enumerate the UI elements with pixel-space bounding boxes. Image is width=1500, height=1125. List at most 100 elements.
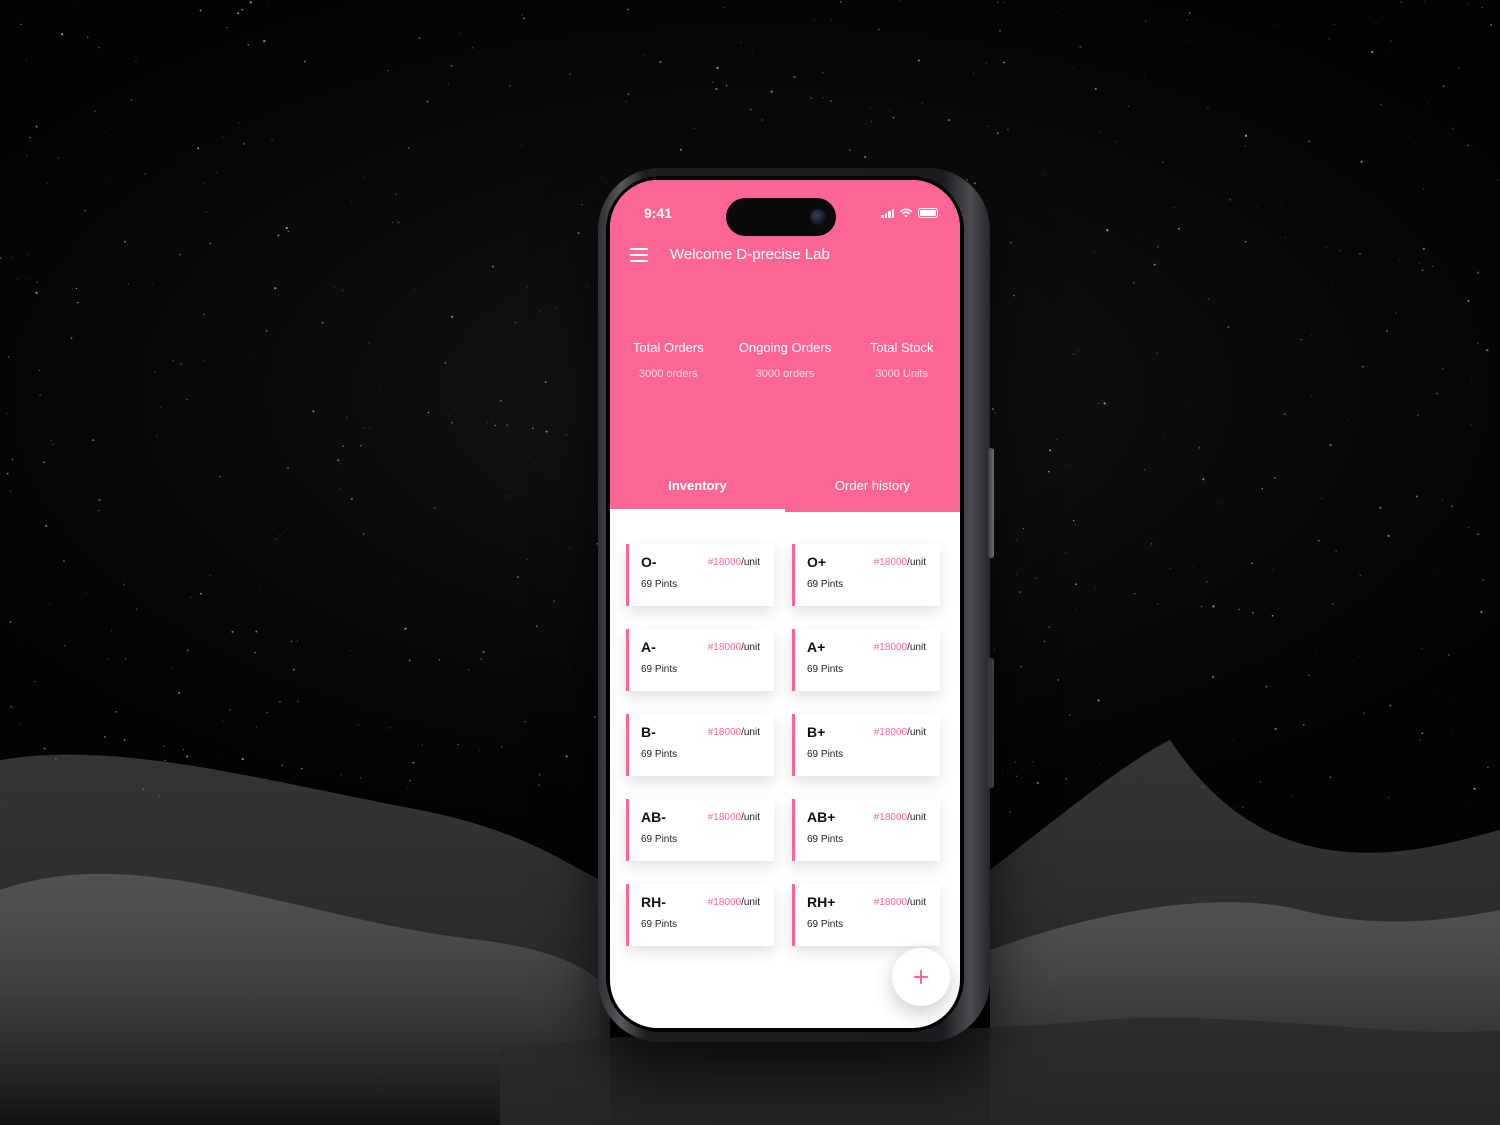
star-dot: [693, 127, 695, 130]
star-dot: [350, 258, 351, 260]
star-dot: [186, 398, 188, 401]
inventory-card-a-pos[interactable]: A+ #18000/unit 69 Pints: [792, 629, 940, 691]
tab-order-history[interactable]: Order history: [785, 470, 960, 512]
signal-icon: [881, 208, 894, 218]
star-dot: [593, 716, 596, 718]
wifi-icon: [899, 208, 913, 218]
star-dot: [178, 691, 181, 695]
star-dot: [586, 285, 588, 287]
inventory-card-o-neg[interactable]: O- #18000/unit 69 Pints: [626, 544, 774, 606]
star-dot: [1257, 205, 1259, 207]
star-dot: [1398, 259, 1401, 261]
star-dot: [341, 289, 344, 292]
star-dot: [1329, 444, 1332, 447]
star-dot: [458, 33, 460, 35]
star-dot: [917, 59, 920, 62]
star-dot: [202, 359, 204, 361]
star-dot: [359, 371, 360, 372]
star-dot: [447, 82, 450, 85]
star-dot: [1308, 674, 1310, 676]
star-dot: [751, 88, 753, 89]
star-dot: [208, 133, 210, 135]
star-dot: [1379, 506, 1382, 509]
star-dot: [1072, 519, 1075, 522]
star-dot: [1068, 463, 1070, 465]
star-dot: [1150, 543, 1153, 545]
add-button[interactable]: [892, 948, 950, 1006]
star-dot: [491, 265, 495, 268]
inventory-card-ab-neg[interactable]: AB- #18000/unit 69 Pints: [626, 799, 774, 861]
star-dot: [379, 388, 381, 390]
star-dot: [340, 488, 341, 489]
star-dot: [1106, 229, 1109, 232]
star-dot: [255, 630, 258, 633]
star-dot: [606, 182, 609, 184]
star-dot: [12, 257, 14, 259]
inventory-card-ab-pos[interactable]: AB+ #18000/unit 69 Pints: [792, 799, 940, 861]
price-amount: #18000: [707, 812, 742, 823]
star-dot: [1283, 413, 1286, 416]
star-dot: [1380, 104, 1382, 106]
stat-total-stock: Total Stock 3000 Units: [843, 340, 960, 380]
pints-count: 69 Pints: [807, 579, 844, 590]
star-dot: [447, 415, 449, 417]
star-dot: [134, 60, 137, 63]
star-dot: [644, 54, 646, 56]
star-dot: [350, 497, 353, 501]
star-dot: [1056, 678, 1060, 682]
inventory-card-a-neg[interactable]: A- #18000/unit 69 Pints: [626, 629, 774, 691]
star-dot: [1362, 365, 1365, 368]
tab-bar: Inventory Order history: [610, 470, 960, 512]
star-dot: [1035, 576, 1038, 580]
star-dot: [369, 427, 371, 429]
star-dot: [712, 81, 714, 83]
star-dot: [20, 23, 22, 26]
inventory-card-b-neg[interactable]: B- #18000/unit 69 Pints: [626, 714, 774, 776]
star-dot: [625, 100, 627, 102]
star-dot: [391, 221, 393, 223]
star-dot: [151, 283, 153, 284]
star-dot: [1047, 470, 1050, 473]
status-bar: 9:41: [610, 180, 960, 236]
star-dot: [1140, 236, 1141, 237]
star-dot: [467, 669, 470, 671]
star-dot: [569, 73, 571, 75]
star-dot: [553, 600, 555, 602]
star-dot: [143, 173, 147, 176]
star-dot: [1470, 424, 1472, 426]
star-dot: [1395, 312, 1397, 314]
star-dot: [972, 72, 975, 75]
star-dot: [740, 42, 742, 44]
star-dot: [1238, 608, 1240, 611]
star-dot: [1132, 281, 1135, 284]
inventory-card-o-pos[interactable]: O+ #18000/unit 69 Pints: [792, 544, 940, 606]
star-dot: [521, 14, 523, 16]
star-dot: [539, 311, 541, 312]
inventory-card-b-pos[interactable]: B+ #18000/unit 69 Pints: [792, 714, 940, 776]
star-dot: [1072, 67, 1074, 69]
star-dot: [1229, 198, 1232, 201]
star-dot: [482, 650, 485, 653]
star-dot: [1173, 207, 1175, 209]
star-dot: [1009, 241, 1013, 244]
welcome-title: Welcome D-precise Lab: [670, 246, 830, 263]
inventory-card-rh-pos[interactable]: RH+ #18000/unit 69 Pints: [792, 884, 940, 946]
star-dot: [1447, 653, 1451, 657]
star-dot: [1251, 562, 1253, 565]
tab-inventory[interactable]: Inventory: [610, 470, 785, 512]
star-dot: [1152, 189, 1154, 191]
star-dot: [312, 410, 315, 413]
star-dot: [1386, 329, 1389, 332]
star-dot: [1165, 214, 1167, 216]
pints-count: 69 Pints: [807, 749, 844, 760]
inventory-card-rh-neg[interactable]: RH- #18000/unit 69 Pints: [626, 884, 774, 946]
star-dot: [231, 630, 234, 633]
star-dot: [95, 291, 97, 293]
star-dot: [987, 125, 990, 128]
star-dot: [565, 433, 568, 436]
menu-icon[interactable]: [630, 247, 648, 262]
star-dot: [1212, 605, 1215, 608]
star-dot: [522, 17, 526, 20]
star-dot: [290, 640, 293, 643]
star-dot: [1272, 569, 1274, 571]
